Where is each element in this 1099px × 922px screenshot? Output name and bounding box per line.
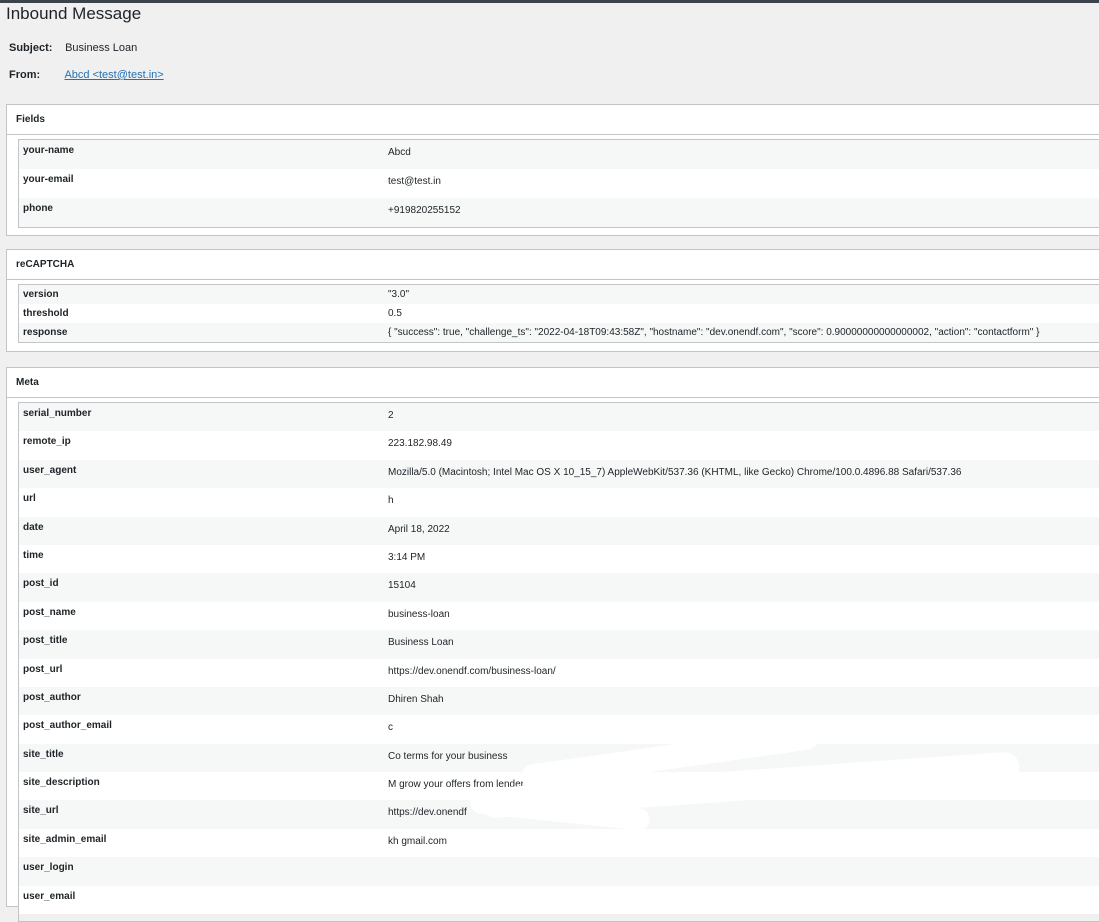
row-key: user_login — [23, 862, 74, 874]
row-value: 15104 — [388, 580, 416, 592]
row-value: April 18, 2022 — [388, 523, 450, 535]
meta-box-title: Meta — [7, 368, 1099, 398]
row-value: business-loan — [388, 608, 450, 620]
row-value: { "success": true, "challenge_ts": "2022… — [388, 327, 1040, 338]
row-value: test@test.in — [388, 176, 441, 187]
row-key: user_agent — [23, 464, 77, 476]
row-key: post_author — [23, 691, 81, 703]
row-key: url — [23, 493, 36, 505]
recaptcha-box-title: reCAPTCHA — [7, 250, 1099, 280]
recaptcha-row-version: version "3.0" — [19, 285, 1099, 304]
meta-row-post_name: post_name business-loan — [19, 601, 1099, 631]
row-key: your-email — [23, 174, 74, 185]
subject-value: Business Loan — [65, 42, 138, 54]
row-value: Dhiren Shah — [388, 693, 444, 705]
meta-row-user_agent: user_agent Mozilla/5.0 (Macintosh; Intel … — [19, 459, 1099, 489]
row-value: 223.182.98.49 — [388, 438, 452, 450]
row-value: "3.0" — [388, 289, 410, 300]
row-value: 2 — [388, 410, 394, 421]
recaptcha-row-response: response { "success": true, "challenge_ts… — [19, 323, 1099, 342]
row-value: 0.5 — [388, 308, 402, 319]
meta-row-post_title: post_title Business Loan — [19, 630, 1099, 659]
row-value: https://dev.onendf — [388, 807, 467, 819]
subject-label: Subject: — [9, 42, 53, 54]
row-key: your-name — [23, 145, 75, 156]
fields-box-title: Fields — [7, 105, 1099, 135]
admin-top-bar — [0, 0, 1099, 3]
row-key: site_description — [23, 777, 100, 789]
meta-table: serial_number 2 remote_ip 223.182.98.49 user… — [18, 402, 1099, 922]
row-value: Business Loan — [388, 637, 454, 649]
row-value: Abcd — [388, 147, 411, 158]
row-key: remote_ip — [23, 436, 71, 448]
from-row: From: Abcd <test@test.in> — [9, 69, 164, 81]
fields-row-phone: phone +919820255152 — [19, 198, 1099, 227]
fields-row-your-name: your-name Abcd — [19, 140, 1099, 169]
row-key: version — [23, 289, 59, 300]
row-key: post_name — [23, 606, 76, 618]
row-key: site_url — [23, 805, 59, 817]
row-value: 3:14 PM — [388, 551, 426, 563]
recaptcha-table: version "3.0" threshold 0.5 response { "succe… — [18, 284, 1099, 343]
row-value: c — [388, 722, 393, 734]
meta-row-remote_ip: remote_ip 223.182.98.49 — [19, 431, 1099, 460]
row-value: Co terms for your business — [388, 750, 508, 762]
meta-row-date: date April 18, 2022 — [19, 516, 1099, 545]
from-label: From: — [9, 69, 41, 81]
recaptcha-box: reCAPTCHA version "3.0" threshold 0.5 respon… — [6, 249, 1099, 352]
row-key: site_admin_email — [23, 833, 107, 845]
fields-table: your-name Abcd your-email test@test.in phone… — [18, 139, 1099, 228]
row-key: post_author_email — [23, 720, 112, 732]
row-key: phone — [23, 203, 53, 214]
row-key: post_id — [23, 578, 59, 590]
fields-row-your-email: your-email test@test.in — [19, 169, 1099, 198]
meta-row-serial_number: serial_number 2 — [19, 403, 1099, 432]
meta-row-post_id: post_id 15104 — [19, 573, 1099, 602]
row-key: time — [23, 549, 44, 561]
page-title: Inbound Message — [6, 4, 142, 23]
meta-row-post_url: post_url https://dev.onendf.com/business-… — [19, 658, 1099, 687]
row-value: https://dev.onendf.com/business-loan/ — [388, 665, 556, 677]
row-key: serial_number — [23, 408, 92, 419]
row-key: site_title — [23, 748, 64, 760]
row-key: threshold — [23, 308, 69, 319]
row-value: h — [388, 495, 394, 507]
meta-row-user_email: user_email — [19, 885, 1099, 915]
meta-row-user_login: user_login — [19, 857, 1099, 886]
row-key: date — [23, 521, 44, 533]
row-key: response — [23, 327, 68, 338]
recaptcha-row-threshold: threshold 0.5 — [19, 304, 1099, 323]
row-key: user_email — [23, 890, 76, 902]
meta-row-site_admin_email: site_admin_email kh gmail.com — [19, 828, 1099, 858]
row-key: post_url — [23, 663, 63, 675]
from-email-link[interactable]: Abcd <test@test.in> — [64, 69, 163, 81]
meta-row-url: url h — [19, 488, 1099, 517]
meta-row-time: time 3:14 PM — [19, 544, 1099, 574]
meta-row-post_author: post_author Dhiren Shah — [19, 686, 1099, 716]
row-value: Mozilla/5.0 (Macintosh; Intel Mac OS X 1… — [388, 466, 962, 478]
meta-row-post_author_email: post_author_email c — [19, 715, 1099, 744]
row-value: +919820255152 — [388, 205, 461, 216]
row-key: post_title — [23, 635, 68, 647]
meta-box: Meta serial_number 2 remote_ip 223.182.98.4… — [6, 367, 1099, 922]
subject-row: Subject: Business Loan — [9, 42, 137, 54]
row-value: kh gmail.com — [388, 835, 447, 847]
fields-box: Fields your-name Abcd your-email test@test.… — [6, 104, 1099, 236]
